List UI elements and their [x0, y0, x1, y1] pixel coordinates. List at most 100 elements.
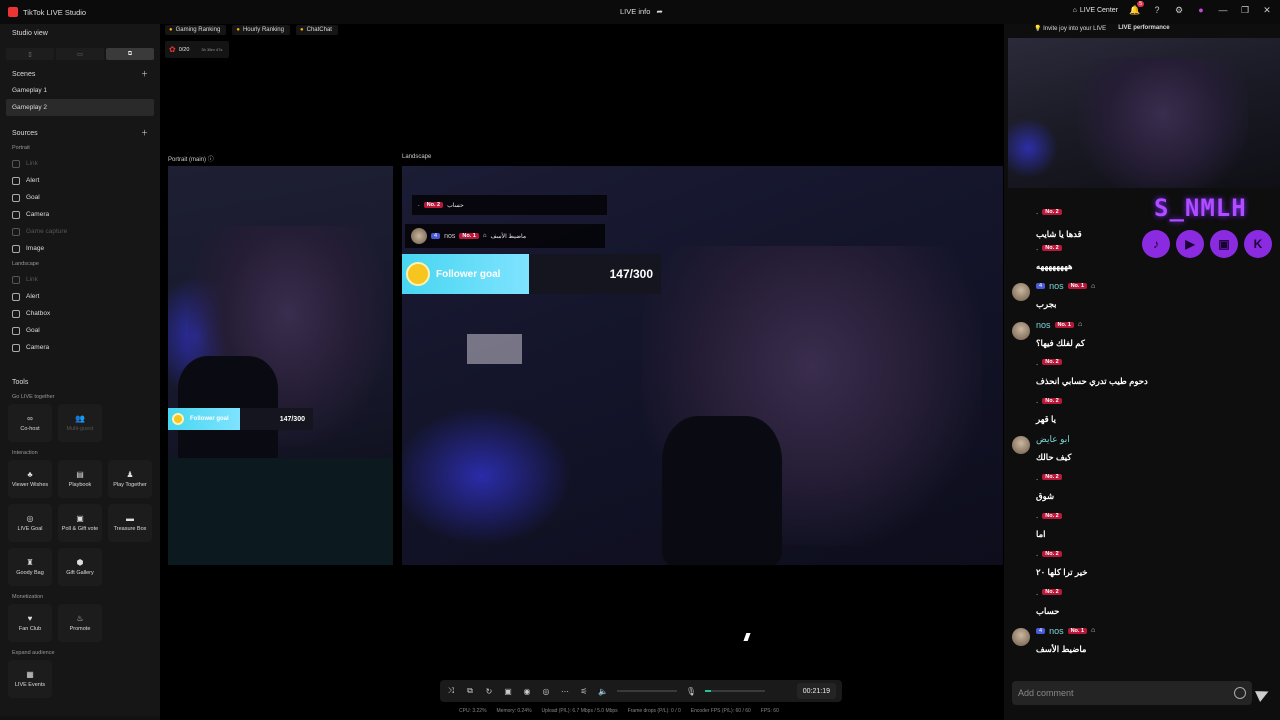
source-item[interactable]: Game capture	[0, 223, 160, 240]
live-goal-tool[interactable]: ◎ LIVE Goal	[8, 504, 52, 542]
source-item[interactable]: Link	[0, 155, 160, 172]
live-events-tool[interactable]: ▦ LIVE Events	[8, 660, 52, 698]
chat-message[interactable]: 4 nos No. 1 ⌂ بجرب	[1010, 279, 1272, 317]
live-info-title[interactable]: LIVE info ➦	[620, 7, 663, 16]
share-icon[interactable]: ➦	[656, 7, 662, 16]
bell-icon[interactable]: 🔔 5	[1129, 1, 1144, 15]
minimize-icon[interactable]: —	[1218, 5, 1228, 15]
close-icon[interactable]: ✕	[1262, 5, 1272, 15]
source-item[interactable]: Alert	[0, 172, 160, 189]
chat-message[interactable]: nos No. 1 ⌂ كم لفلك فيها؟	[1010, 318, 1272, 356]
source-item[interactable]: Goal	[0, 322, 160, 339]
chat-message[interactable]: . No. 2 اما	[1010, 509, 1272, 547]
chat-message[interactable]: . No. 2 حساب	[1010, 586, 1272, 624]
hourly-ranking-chip[interactable]: ● Hourly Ranking	[232, 25, 290, 35]
portrait-preview[interactable]: Follower goal 147/300	[168, 166, 393, 565]
scene-item[interactable]: Gameplay 1	[0, 82, 160, 99]
speaker-icon[interactable]: 🔈	[598, 686, 608, 696]
source-item[interactable]: Goal	[0, 189, 160, 206]
avatar	[1012, 215, 1030, 233]
coin-icon	[406, 262, 430, 286]
chat-message[interactable]: 4 nos No. 1 ⌂ ماضيط الأسف	[1010, 624, 1272, 662]
invite-button[interactable]: 💡 Invite joy into your LIVE	[1034, 25, 1106, 32]
live-center-button[interactable]: ⌂ LIVE Center	[1073, 7, 1118, 14]
chat-message[interactable]: . No. 2 خير ترا كلها ٢٠	[1010, 547, 1272, 585]
source-item[interactable]: Camera	[0, 206, 160, 223]
source-item[interactable]: Alert	[0, 288, 160, 305]
viewer-wishes-tool[interactable]: ♣ Viewer Wishes	[8, 460, 52, 498]
multi-guest-tool[interactable]: 👥 Multi-guest	[58, 404, 102, 442]
help-icon[interactable]: ?	[1152, 5, 1162, 15]
portrait-stage-label: Portrait (main) ⓘ	[168, 154, 214, 163]
add-source-icon[interactable]: ＋	[141, 128, 148, 138]
source-label: Goal	[26, 327, 40, 334]
source-item[interactable]: Chatbox	[0, 305, 160, 322]
comment-placeholder: Add comment	[1018, 688, 1074, 698]
cohost-tool[interactable]: ∞ Co-host	[8, 404, 52, 442]
home-icon: ⌂	[1091, 282, 1096, 290]
gaming-ranking-chip[interactable]: ● Gaming Ranking	[165, 25, 227, 35]
target-icon[interactable]: ◎	[541, 686, 551, 696]
chat-username: .	[1036, 396, 1039, 406]
source-item[interactable]: Link	[0, 271, 160, 288]
landscape-preview[interactable]: . No. 2 حساب 4 nos No. 1 ⌂ ماضيط الأسف F…	[402, 166, 1003, 565]
chat-username: nos	[1049, 281, 1064, 292]
chat-message[interactable]: . No. 2 ههههههههه	[1010, 241, 1272, 279]
studio-view-dropdown[interactable]: Studio view	[0, 24, 160, 42]
treasure-box-tool[interactable]: ▬ Treasure Box	[108, 504, 152, 542]
chat-message[interactable]: . No. 2 دحوم طيب تدري حسابي انحذف	[1010, 356, 1272, 394]
avatar[interactable]: ●	[1196, 5, 1206, 15]
mic-level-meter[interactable]	[705, 690, 765, 692]
landscape-view-button[interactable]: ▭	[56, 48, 104, 60]
replay-icon[interactable]: ↻	[484, 686, 494, 696]
game-capture-icon	[12, 227, 20, 236]
source-item[interactable]: Image	[0, 240, 160, 257]
gift-goal-card[interactable]: ✿ 0/20 3h 36m 47s	[165, 41, 229, 58]
source-label: Alert	[26, 177, 40, 184]
studio-view-label: Studio view	[12, 29, 48, 37]
portrait-view-button[interactable]: ▯	[6, 48, 54, 60]
home-icon: ⌂	[1077, 321, 1083, 329]
gift-gallery-tool[interactable]: ⬢ Gift Gallery	[58, 548, 102, 586]
chat-message[interactable]: . No. 2 قدها يا شايب	[1010, 207, 1272, 241]
more-icon[interactable]: ⋯	[560, 686, 570, 696]
promote-tool[interactable]: ♨ Promote	[58, 604, 102, 642]
volume-slider[interactable]	[617, 690, 677, 692]
poll-tool[interactable]: ▣ Poll & Gift vote	[58, 504, 102, 542]
chat-message[interactable]: . No. 2 شوق	[1010, 471, 1272, 509]
microphone-icon[interactable]: 🎙	[686, 686, 696, 696]
chat-text: شوق	[1036, 490, 1055, 501]
gear-icon[interactable]: ⚙	[1174, 5, 1184, 15]
live-performance-tab[interactable]: LIVE performance	[1118, 25, 1169, 32]
restore-icon[interactable]: ❐	[1240, 5, 1250, 15]
dual-view-button[interactable]: ⧉	[106, 48, 154, 60]
chat-username: .	[1036, 357, 1039, 367]
goody-bag-tool[interactable]: ♜ Goody Bag	[8, 548, 52, 586]
shuffle-icon[interactable]: ⤨	[446, 686, 456, 696]
chat-message[interactable]: . No. 2 يا قهر	[1010, 394, 1272, 432]
screen-icon[interactable]: ▣	[503, 686, 513, 696]
tool-label: Viewer Wishes	[11, 482, 49, 488]
settings-sliders-icon[interactable]: ⚟	[579, 686, 589, 696]
multi-guest-icon: 👥	[75, 414, 85, 423]
play-together-tool[interactable]: ♟ Play Together	[108, 460, 152, 498]
chatchat-chip[interactable]: ● ChatChat	[295, 25, 338, 35]
portrait-bottom-area	[168, 458, 393, 565]
emoji-icon[interactable]	[1234, 687, 1246, 699]
record-icon[interactable]: ◉	[522, 686, 532, 696]
info-icon[interactable]: ⓘ	[208, 157, 214, 163]
source-item[interactable]: Camera	[0, 339, 160, 356]
fan-club-tool[interactable]: ♥ Fan Club	[8, 604, 52, 642]
poll-icon: ▣	[76, 514, 84, 523]
layers-icon[interactable]: ⧉	[465, 686, 475, 696]
comment-input[interactable]: Add comment	[1012, 681, 1252, 705]
scene-item-selected[interactable]: Gameplay 2	[6, 99, 154, 116]
gift-timer: 3h 36m 47s	[201, 47, 223, 52]
add-scene-icon[interactable]: ＋	[141, 69, 148, 79]
chat-message[interactable]: ابو عايض كيف حالك	[1010, 432, 1272, 470]
avatar	[1012, 627, 1030, 646]
avatar	[1012, 513, 1030, 532]
playbook-tool[interactable]: ▤ Playbook	[58, 460, 102, 498]
chip-label: Gaming Ranking	[175, 27, 221, 33]
source-label: Chatbox	[26, 310, 51, 317]
